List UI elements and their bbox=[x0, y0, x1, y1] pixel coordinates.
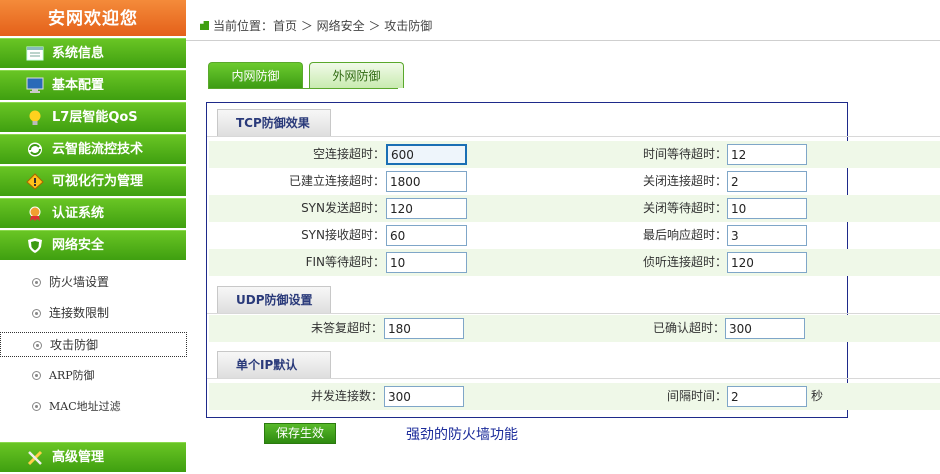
lightbulb-icon bbox=[29, 110, 41, 125]
sub-item-firewall[interactable]: 防火墙设置 bbox=[0, 270, 186, 295]
udp-assured-timeout-input[interactable] bbox=[725, 318, 805, 339]
cloud-flow-icon bbox=[28, 142, 42, 157]
nav-label: 基本配置 bbox=[52, 78, 105, 93]
udp-section-header: UDP防御设置 bbox=[217, 286, 331, 313]
radio-dot-icon bbox=[32, 402, 41, 411]
sub-item-label: 连接数限制 bbox=[49, 306, 110, 320]
settings-panel: TCP防御效果 空连接超时： 时间等待超时： 已建立连接超时： 关闭连接超时： … bbox=[206, 102, 940, 418]
nav-label: 云智能流控技术 bbox=[52, 142, 144, 157]
sub-item-label: 攻击防御 bbox=[50, 338, 99, 352]
field-label: 已确认超时： bbox=[652, 321, 725, 335]
nav-label: 可视化行为管理 bbox=[52, 174, 144, 189]
last-ack-timeout-input[interactable] bbox=[727, 225, 807, 246]
field-label: 关闭连接超时： bbox=[642, 174, 727, 188]
nav-l7-qos[interactable]: L7层智能QoS bbox=[0, 102, 186, 132]
sub-item-label: ARP防御 bbox=[49, 369, 95, 382]
sub-item-label: 防火墙设置 bbox=[49, 275, 110, 289]
shield-icon bbox=[28, 238, 42, 253]
sidebar-title: 安网欢迎您 bbox=[0, 0, 186, 38]
time-wait-timeout-input[interactable] bbox=[727, 144, 807, 165]
form-row: SYN发送超时： 关闭等待超时： bbox=[209, 195, 940, 222]
established-timeout-input[interactable] bbox=[386, 171, 467, 192]
syn-recv-timeout-input[interactable] bbox=[386, 225, 467, 246]
form-row: FIN等待超时： 侦听连接超时： bbox=[209, 249, 940, 276]
nav-basic-config[interactable]: 基本配置 bbox=[0, 70, 186, 100]
field-label: SYN接收超时： bbox=[301, 228, 385, 242]
seconds-unit: 秒 bbox=[811, 389, 824, 403]
field-label: 未答复超时： bbox=[310, 321, 383, 335]
field-label: 空连接超时： bbox=[312, 147, 385, 161]
idle-timeout-input[interactable] bbox=[386, 144, 467, 165]
interval-time-input[interactable] bbox=[727, 386, 807, 407]
close-timeout-input[interactable] bbox=[727, 171, 807, 192]
nav-system-info[interactable]: 系统信息 bbox=[0, 38, 186, 68]
field-label: 并发连接数： bbox=[310, 389, 383, 403]
radio-dot-icon bbox=[32, 309, 41, 318]
breadcrumb-path: 首页 ＞ 网络安全 ＞ 攻击防御 bbox=[273, 19, 433, 33]
tab-internal-defense[interactable]: 内网防御 bbox=[208, 62, 303, 88]
tcp-section-header: TCP防御效果 bbox=[217, 109, 331, 136]
nav-cloud-flow[interactable]: 云智能流控技术 bbox=[0, 134, 186, 164]
radio-dot-icon bbox=[33, 341, 42, 350]
section-divider bbox=[207, 313, 940, 314]
tab-external-defense[interactable]: 外网防御 bbox=[309, 62, 404, 88]
udp-unreplied-timeout-input[interactable] bbox=[384, 318, 464, 339]
security-submenu: 防火墙设置 连接数限制 攻击防御 ARP防御 MAC地址过滤 bbox=[0, 262, 187, 432]
fin-wait-timeout-input[interactable] bbox=[386, 252, 467, 273]
concurrent-connections-input[interactable] bbox=[384, 386, 464, 407]
section-divider bbox=[207, 378, 940, 379]
tab-underline bbox=[208, 88, 398, 89]
breadcrumb: 当前位置：首页 ＞ 网络安全 ＞ 攻击防御 bbox=[200, 17, 432, 34]
save-button[interactable]: 保存生效 bbox=[264, 423, 336, 444]
single-ip-section-header: 单个IP默认 bbox=[217, 351, 331, 378]
radio-dot-icon bbox=[32, 371, 41, 380]
tagline: 强劲的防火墙功能 bbox=[406, 427, 518, 443]
monitor-icon bbox=[26, 77, 44, 93]
form-row: 并发连接数： 间隔时间： 秒 bbox=[209, 383, 940, 410]
nav-label: 系统信息 bbox=[52, 46, 105, 61]
nav-label: 高级管理 bbox=[52, 450, 105, 465]
field-label: 时间等待超时： bbox=[642, 147, 727, 161]
nav-auth-system[interactable]: 认证系统 bbox=[0, 198, 186, 228]
breadcrumb-prefix: 当前位置： bbox=[213, 19, 274, 33]
sidebar: 安网欢迎您 系统信息 基本配置 L7层智能QoS 云智能流控技术 可视化行为管理… bbox=[0, 0, 187, 474]
divider bbox=[186, 40, 940, 41]
form-row: SYN接收超时： 最后响应超时： bbox=[209, 222, 940, 249]
form-row: 已建立连接超时： 关闭连接超时： bbox=[209, 168, 940, 195]
sub-item-conn-limit[interactable]: 连接数限制 bbox=[0, 301, 186, 326]
tools-icon bbox=[27, 450, 43, 466]
system-info-icon bbox=[26, 46, 44, 61]
field-label: 侦听连接超时： bbox=[642, 255, 727, 269]
badge-icon bbox=[29, 206, 41, 221]
field-label: 间隔时间： bbox=[666, 389, 727, 403]
field-label: 已建立连接超时： bbox=[288, 174, 385, 188]
radio-dot-icon bbox=[32, 278, 41, 287]
sub-item-arp-defense[interactable]: ARP防御 bbox=[0, 363, 186, 388]
form-row: 未答复超时： 已确认超时： bbox=[209, 315, 940, 342]
close-wait-timeout-input[interactable] bbox=[727, 198, 807, 219]
nav-network-security[interactable]: 网络安全 bbox=[0, 230, 186, 260]
location-icon bbox=[200, 21, 209, 30]
field-label: 关闭等待超时： bbox=[642, 201, 727, 215]
field-label: FIN等待超时： bbox=[305, 255, 385, 269]
nav-label: 网络安全 bbox=[52, 238, 105, 253]
sub-item-label: MAC地址过滤 bbox=[49, 400, 121, 413]
form-row: 空连接超时： 时间等待超时： bbox=[209, 141, 940, 168]
field-label: SYN发送超时： bbox=[301, 201, 385, 215]
sub-item-attack-defense[interactable]: 攻击防御 bbox=[0, 332, 187, 357]
sub-item-mac-filter[interactable]: MAC地址过滤 bbox=[0, 394, 186, 419]
main-content: 当前位置：首页 ＞ 网络安全 ＞ 攻击防御 内网防御 外网防御 TCP防御效果 … bbox=[186, 0, 940, 474]
field-label: 最后响应超时： bbox=[642, 228, 727, 242]
section-divider bbox=[207, 136, 940, 137]
nav-label: 认证系统 bbox=[52, 206, 105, 221]
syn-sent-timeout-input[interactable] bbox=[386, 198, 467, 219]
nav-label: L7层智能QoS bbox=[52, 110, 138, 125]
listen-timeout-input[interactable] bbox=[727, 252, 807, 273]
nav-advanced[interactable]: 高级管理 bbox=[0, 442, 186, 472]
warning-icon bbox=[26, 173, 44, 190]
nav-behavior-mgmt[interactable]: 可视化行为管理 bbox=[0, 166, 186, 196]
